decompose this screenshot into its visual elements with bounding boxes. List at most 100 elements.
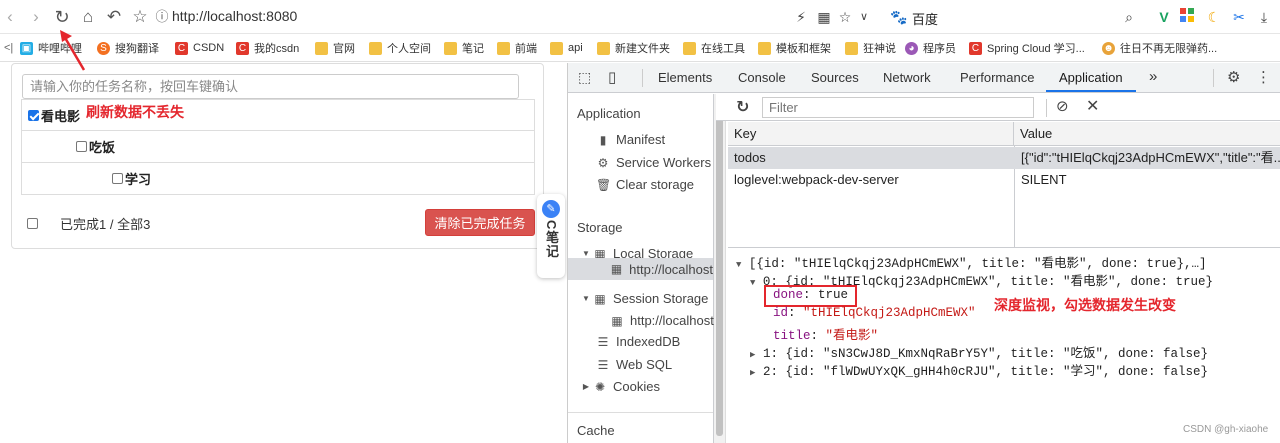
bookmark[interactable]: 狂神说 — [845, 40, 896, 56]
task-input[interactable] — [22, 74, 519, 99]
favorite-icon[interactable]: ☆ — [836, 7, 854, 27]
filter-input[interactable] — [762, 97, 1034, 118]
sidebar-item-manifest[interactable]: ▮ Manifest — [596, 132, 665, 147]
tab-console[interactable]: Console — [738, 70, 786, 85]
chevron-down-icon[interactable]: ∨ — [855, 7, 873, 27]
bookmark[interactable]: ◕ 程序员 — [905, 40, 956, 56]
apps-icon[interactable] — [1178, 7, 1196, 27]
tab-elements[interactable]: Elements — [658, 70, 712, 85]
search-engine-label[interactable]: 百度 — [912, 9, 938, 28]
table-row[interactable]: loglevel:webpack-dev-server SILENT — [728, 169, 1280, 191]
scrollbar-thumb[interactable] — [716, 96, 723, 436]
bookmark[interactable]: 新建文件夹 — [597, 40, 670, 56]
lightning-icon[interactable]: ⚡ — [792, 7, 810, 27]
todo-checkbox[interactable] — [28, 109, 39, 121]
todo-item: 吃饭 — [21, 131, 535, 163]
tab-network[interactable]: Network — [883, 70, 931, 85]
sidebar-item-cookies[interactable]: ▶ ✺ Cookies — [582, 379, 660, 394]
sidebar-item-local-origin[interactable]: ▦ http://localhost — [568, 258, 713, 280]
kebab-menu-icon[interactable]: ⋮ — [1256, 68, 1271, 86]
preview-item-2[interactable]: ▶ 2: {id: "flWDwUYxQK_gHH4h0cRJU", title… — [750, 360, 1208, 379]
home-icon[interactable]: ⌂ — [78, 7, 98, 27]
sidebar-section-storage: Storage — [577, 220, 623, 235]
preview-root[interactable]: ▼ [{id: "tHIElqCkqj23AdpHCmEWX", title: … — [736, 252, 1207, 271]
bookmark[interactable]: 在线工具 — [683, 40, 745, 56]
sidebar-item-indexeddb[interactable]: ☰ IndexedDB — [596, 334, 681, 349]
sogou-icon: S — [97, 41, 110, 55]
column-header-value[interactable]: Value — [1014, 122, 1280, 146]
clear-completed-button[interactable]: 清除已完成任务 — [425, 209, 535, 236]
star-icon[interactable]: ☆ — [130, 7, 150, 27]
bookmark[interactable]: C 我的csdn — [236, 40, 299, 56]
bookmark[interactable]: 笔记 — [444, 40, 484, 56]
divider — [1213, 69, 1214, 87]
tab-sources[interactable]: Sources — [811, 70, 859, 85]
forward-icon[interactable]: › — [26, 7, 46, 27]
more-tabs-icon[interactable]: » — [1149, 68, 1157, 85]
download-icon[interactable]: ⤓ — [1255, 7, 1273, 27]
trash-icon: 🗑 — [596, 177, 612, 192]
sidebar-item-session-storage[interactable]: ▼ ▦ Session Storage — [582, 291, 708, 306]
bookmark[interactable]: S 搜狗翻译 — [97, 40, 159, 56]
sidebar-item-clear-storage[interactable]: 🗑 Clear storage — [596, 177, 694, 192]
browser-toolbar: ‹ › ↻ ⌂ ↶ ☆ ⓘ http://localhost:8080 ⚡ ▦ … — [0, 0, 1280, 34]
file-icon: ▮ — [599, 132, 607, 147]
bookmark[interactable]: 官网 — [315, 40, 355, 56]
vue-devtools-icon[interactable]: V — [1155, 7, 1173, 27]
moon-icon[interactable]: ☾ — [1205, 7, 1223, 27]
devtools-tab-bar: ⬚ ▯ Elements Console Sources Network Per… — [568, 63, 1280, 93]
annotation-deep-watch: 深度监视，勾选数据发生改变 — [994, 297, 1176, 313]
reload-icon[interactable]: ↻ — [52, 7, 72, 27]
todo-checkbox[interactable] — [112, 173, 123, 184]
folder-icon — [758, 41, 771, 55]
select-all-checkbox[interactable] — [27, 218, 38, 229]
clear-all-icon[interactable]: ⊘ — [1056, 97, 1069, 115]
preview-item-1[interactable]: ▶ 1: {id: "sN3CwJ8D_KmxNqRaBrY5Y", title… — [750, 342, 1208, 361]
todo-title: 看电影 — [41, 108, 81, 124]
device-toolbar-icon[interactable]: ▯ — [608, 68, 616, 86]
c-note-widget[interactable]: ✎ C笔记 — [537, 194, 565, 278]
bookmark[interactable]: C Spring Cloud 学习... — [969, 40, 1085, 56]
back-icon[interactable]: ‹ — [0, 7, 20, 27]
csdn-icon: C — [236, 41, 249, 55]
collapse-triangle-icon: ▶ — [750, 368, 756, 378]
application-sidebar: Application ▮ Manifest ⚙ Service Workers 🗑… — [568, 94, 714, 443]
folder-icon — [550, 41, 563, 55]
address-bar[interactable]: http://localhost:8080 — [172, 8, 297, 24]
bookmark[interactable]: api — [550, 40, 583, 56]
sidebar-scrollbar[interactable] — [714, 94, 726, 443]
info-icon: ⓘ — [155, 9, 169, 24]
annotation-highlight-box — [764, 285, 857, 307]
bookmark[interactable]: ☻ 往日不再无限弹药... — [1102, 40, 1217, 56]
todo-checkbox[interactable] — [76, 141, 87, 152]
bookmark[interactable]: C CSDN — [175, 40, 224, 56]
sidebar-section-application: Application — [577, 106, 641, 121]
table-row[interactable]: todos [{"id":"tHIElqCkqj23AdpHCmEWX","ti… — [728, 147, 1280, 169]
undo-icon[interactable]: ↶ — [104, 7, 124, 27]
qr-icon[interactable]: ▦ — [815, 7, 833, 27]
delete-selected-icon[interactable]: ✕ — [1086, 96, 1099, 116]
gear-icon[interactable]: ⚙ — [1227, 68, 1240, 86]
tab-performance[interactable]: Performance — [960, 70, 1034, 85]
sidebar-item-service-workers[interactable]: ⚙ Service Workers — [596, 155, 712, 170]
folder-icon — [597, 41, 610, 55]
bookmarks-edge: <| — [4, 42, 14, 54]
bookmark[interactable]: 前端 — [497, 40, 537, 56]
extension-icon[interactable]: ✂ — [1230, 7, 1248, 27]
bookmark[interactable]: 个人空间 — [369, 40, 431, 56]
sidebar-item-websql[interactable]: ☰ Web SQL — [596, 357, 673, 372]
collapse-triangle-icon: ▶ — [582, 382, 590, 391]
search-icon[interactable]: ⌕ — [1120, 7, 1138, 27]
divider — [1046, 99, 1047, 117]
folder-icon — [683, 41, 696, 55]
bookmark[interactable]: 模板和框架 — [758, 40, 831, 56]
sidebar-item-session-origin[interactable]: ▦ http://localhost — [610, 313, 714, 328]
refresh-icon[interactable]: ↻ — [736, 97, 749, 117]
folder-icon — [369, 41, 382, 55]
annotation-arrow — [60, 30, 86, 71]
row-value: [{"id":"tHIElqCkqj23AdpHCmEWX","title":"… — [1021, 150, 1280, 165]
tab-application[interactable]: Application — [1059, 70, 1123, 85]
column-header-key[interactable]: Key — [728, 122, 1014, 146]
inspect-icon[interactable]: ⬚ — [578, 69, 591, 86]
grid-icon: ▦ — [594, 291, 606, 306]
